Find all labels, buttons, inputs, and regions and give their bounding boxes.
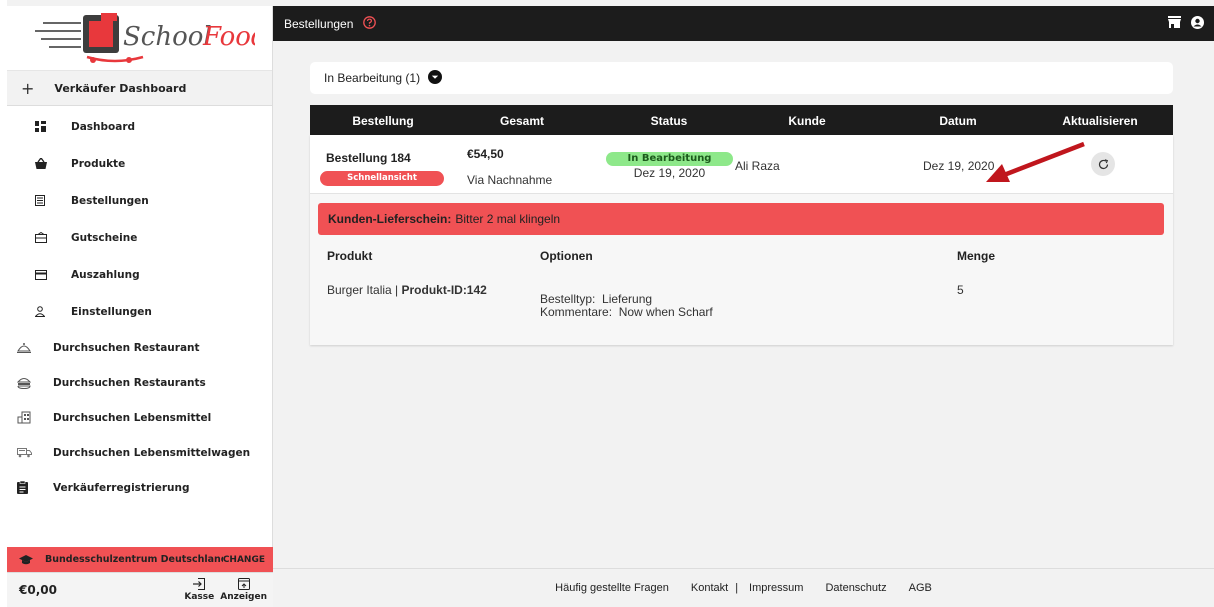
- annotation-arrow: [986, 141, 1085, 182]
- footer: Häufig gestellte Fragen Kontakt | Impres…: [273, 568, 1214, 607]
- quick-view-button[interactable]: Schnellansicht: [320, 171, 444, 186]
- product-title: Burger Italia |: [327, 283, 402, 297]
- footer-link-privacy[interactable]: Datenschutz: [825, 582, 886, 594]
- product-name: Burger Italia | Produkt-ID:142: [327, 283, 487, 297]
- options-header: Optionen: [540, 249, 593, 263]
- status-filter-dropdown[interactable]: In Bearbeitung (1): [310, 62, 1173, 94]
- sidebar-item-label: Durchsuchen Lebensmittel: [53, 411, 212, 424]
- account-icon[interactable]: [1191, 15, 1204, 32]
- app-logo[interactable]: School Food: [7, 6, 272, 70]
- column-header: Aktualisieren: [1062, 114, 1138, 128]
- sidebar-item-browse-groceries[interactable]: Durchsuchen Lebensmittel: [7, 400, 272, 435]
- sidebar-item-dashboard[interactable]: Dashboard: [7, 108, 272, 145]
- ticket-icon: [35, 232, 71, 243]
- sidebar-item-label: Bestellungen: [71, 194, 149, 207]
- top-bar: Bestellungen: [273, 6, 1214, 41]
- list-icon: [35, 195, 71, 206]
- order-type: Bestelltyp: Lieferung: [540, 292, 653, 306]
- sidebar-item-label: Verkäuferregistrierung: [53, 481, 190, 494]
- column-header: Bestellung: [352, 114, 414, 128]
- sidebar-item-browse-restaurants[interactable]: Durchsuchen Restaurants: [7, 365, 272, 400]
- footer-link-terms[interactable]: AGB: [909, 582, 932, 594]
- sidebar-item-browse-restaurant[interactable]: Durchsuchen Restaurant: [7, 330, 272, 365]
- order-total: €54,50: [467, 147, 504, 161]
- customer-delivery-note: Kunden-Lieferschein: Bitter 2 mal klinge…: [318, 203, 1164, 235]
- vendor-dashboard-header[interactable]: + Verkäufer Dashboard: [7, 70, 272, 106]
- store-icon[interactable]: [1168, 15, 1181, 32]
- checkout-label: Kasse: [184, 592, 215, 602]
- note-text: Bitter 2 mal klingeln: [455, 212, 561, 226]
- column-header: Gesamt: [499, 114, 545, 128]
- product-header: Produkt: [327, 249, 373, 263]
- sidebar-item-label: Gutscheine: [71, 231, 138, 244]
- note-label: Kunden-Lieferschein:: [328, 212, 452, 226]
- clipboard-icon: [17, 481, 53, 494]
- footer-link-contact[interactable]: Kontakt: [691, 582, 728, 594]
- sidebar-item-settings[interactable]: Einstellungen: [7, 293, 272, 330]
- sidebar-item-browse-food-trucks[interactable]: Durchsuchen Lebensmittelwagen: [7, 435, 272, 470]
- open-window-icon: [237, 578, 250, 590]
- credit-card-icon: [35, 269, 71, 280]
- column-header: Kunde: [788, 114, 826, 128]
- status-badge: In Bearbeitung: [606, 152, 733, 166]
- left-edge: [0, 0, 7, 607]
- cart-balance: €0,00: [19, 583, 57, 597]
- plus-icon: +: [21, 78, 35, 98]
- sidebar-item-products[interactable]: Produkte: [7, 145, 272, 182]
- footer-link-imprint[interactable]: Impressum: [749, 582, 803, 594]
- footer-separator: |: [735, 582, 739, 594]
- status-filter-label: In Bearbeitung (1): [324, 71, 421, 85]
- sidebar-item-label: Durchsuchen Lebensmittelwagen: [53, 446, 251, 459]
- graduation-cap-icon: [19, 554, 33, 565]
- cart-bar: €0,00 Kasse Anzeigen: [7, 572, 273, 607]
- burger-icon: [17, 377, 53, 389]
- column-header: Datum: [939, 114, 977, 128]
- sidebar-item-label: Auszahlung: [71, 268, 140, 281]
- school-name: Bundesschulzentrum Deutschland...: [45, 554, 223, 565]
- store-icon: [17, 411, 53, 424]
- sidebar-item-label: Einstellungen: [71, 305, 152, 318]
- column-header: Status: [650, 114, 688, 128]
- sidebar: School Food + Verkäufer Dashboard Dashbo…: [7, 6, 273, 607]
- footer-link-faq[interactable]: Häufig gestellte Fragen: [555, 582, 669, 594]
- customer-name: Ali Raza: [735, 159, 780, 173]
- page-title: Bestellungen: [284, 16, 354, 31]
- status-date: Dez 19, 2020: [633, 166, 706, 180]
- product-id: Produkt-ID:142: [401, 283, 487, 297]
- sidebar-item-label: Dashboard: [71, 120, 136, 133]
- login-icon: [193, 578, 206, 590]
- show-cart-button[interactable]: Anzeigen: [220, 578, 267, 602]
- sidebar-item-label: Durchsuchen Restaurants: [53, 376, 206, 389]
- sidebar-item-payout[interactable]: Auszahlung: [7, 256, 272, 293]
- sidebar-item-orders[interactable]: Bestellungen: [7, 182, 272, 219]
- svg-text:School: School: [123, 22, 212, 52]
- vendor-dashboard-label: Verkäufer Dashboard: [54, 81, 187, 95]
- change-school-button[interactable]: CHANGE: [223, 555, 265, 565]
- order-comment: Kommentare: Now when Scharf: [540, 305, 713, 319]
- product-quantity: 5: [957, 283, 964, 297]
- cloche-icon: [17, 342, 53, 354]
- grid-icon: [35, 121, 71, 132]
- person-icon: [35, 306, 71, 317]
- school-selector[interactable]: Bundesschulzentrum Deutschland... CHANGE: [7, 547, 273, 572]
- sidebar-item-coupons[interactable]: Gutscheine: [7, 219, 272, 256]
- sidebar-item-vendor-registration[interactable]: Verkäuferregistrierung: [7, 470, 272, 505]
- chevron-down-icon: [428, 69, 443, 87]
- checkout-button[interactable]: Kasse: [184, 578, 214, 602]
- sidebar-item-label: Produkte: [71, 157, 126, 170]
- payment-method: Via Nachnahme: [467, 173, 553, 187]
- sidebar-item-label: Durchsuchen Restaurant: [53, 341, 200, 354]
- refresh-button[interactable]: [1091, 152, 1115, 176]
- refresh-icon: [1098, 158, 1108, 169]
- basket-icon: [35, 158, 71, 169]
- order-number: Bestellung 184: [326, 151, 411, 165]
- svg-text:Food: Food: [202, 22, 255, 52]
- orders-table-header: Bestellung Gesamt Status Kunde Datum Akt…: [310, 105, 1173, 135]
- help-icon[interactable]: [363, 15, 377, 32]
- quantity-header: Menge: [957, 249, 996, 263]
- logo-image: School Food: [34, 13, 255, 63]
- food-truck-icon: [17, 447, 53, 458]
- show-cart-label: Anzeigen: [220, 592, 267, 602]
